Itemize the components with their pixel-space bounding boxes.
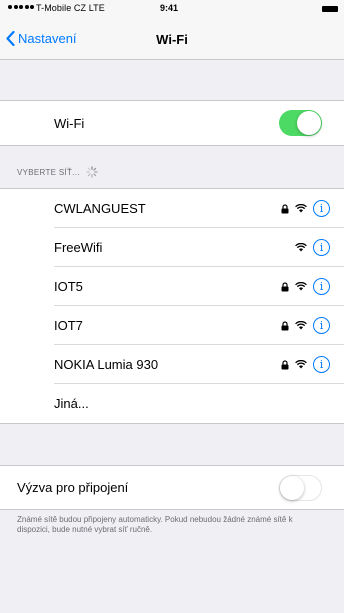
other-network-label: Jiná...	[54, 396, 89, 411]
network-row[interactable]: CWLANGUEST i	[0, 189, 344, 228]
wifi-toggle-switch[interactable]	[279, 110, 322, 136]
info-button[interactable]: i	[313, 356, 330, 373]
info-button[interactable]: i	[313, 278, 330, 295]
info-button[interactable]: i	[313, 239, 330, 256]
network-row[interactable]: NOKIA Lumia 930 i	[0, 345, 344, 384]
wifi-toggle-label: Wi-Fi	[54, 115, 85, 131]
networks-section-header: VYBERTE SÍŤ...	[17, 166, 98, 178]
networks-header-label: VYBERTE SÍŤ...	[17, 167, 80, 177]
lock-icon	[281, 320, 289, 330]
network-name: FreeWifi	[54, 240, 103, 255]
ask-to-join-row: Výzva pro připojení	[0, 466, 344, 509]
wifi-toggle-row: Wi-Fi	[0, 101, 344, 145]
ask-to-join-switch[interactable]	[279, 474, 322, 501]
network-name: NOKIA Lumia 930	[54, 357, 159, 372]
network-name: CWLANGUEST	[54, 201, 146, 216]
network-row[interactable]: IOT5 i	[0, 267, 344, 306]
loading-spinner-icon	[86, 166, 98, 178]
toggle-knob	[280, 475, 304, 500]
wifi-signal-icon	[295, 243, 307, 252]
lock-icon	[281, 359, 289, 369]
wifi-toggle-group: Wi-Fi	[0, 100, 344, 146]
lock-icon	[281, 203, 289, 213]
wifi-signal-icon	[295, 360, 307, 369]
network-row[interactable]: IOT7 i	[0, 306, 344, 345]
clock: 9:41	[160, 3, 179, 13]
page-title: Wi-Fi	[156, 32, 188, 47]
info-button[interactable]: i	[313, 317, 330, 334]
navigation-bar: Nastavení Wi-Fi	[0, 20, 344, 60]
network-list: CWLANGUEST i FreeWifi i IOT5 i IOT7 i NO…	[0, 188, 344, 424]
battery-icon	[322, 6, 338, 12]
network-name: IOT5	[54, 279, 83, 294]
wifi-signal-icon	[295, 204, 307, 213]
wifi-signal-icon	[295, 282, 307, 291]
network-name: IOT7	[54, 318, 83, 333]
ask-to-join-group: Výzva pro připojení	[0, 465, 344, 510]
footer-note: Známé sítě budou připojeny automaticky. …	[17, 515, 293, 534]
signal-strength-icon	[8, 5, 34, 9]
other-network-row[interactable]: Jiná...	[0, 384, 344, 423]
toggle-knob	[297, 111, 321, 135]
wifi-signal-icon	[295, 321, 307, 330]
ask-to-join-label: Výzva pro připojení	[17, 480, 129, 495]
carrier-label: T-Mobile CZ LTE	[36, 3, 105, 13]
network-row[interactable]: FreeWifi i	[0, 228, 344, 267]
lock-icon	[281, 281, 289, 291]
status-bar: T-Mobile CZ LTE 9:41	[0, 0, 344, 20]
settings-screen: T-Mobile CZ LTE 9:41 Nastavení Wi-Fi Wi-…	[0, 0, 344, 613]
info-button[interactable]: i	[313, 200, 330, 217]
